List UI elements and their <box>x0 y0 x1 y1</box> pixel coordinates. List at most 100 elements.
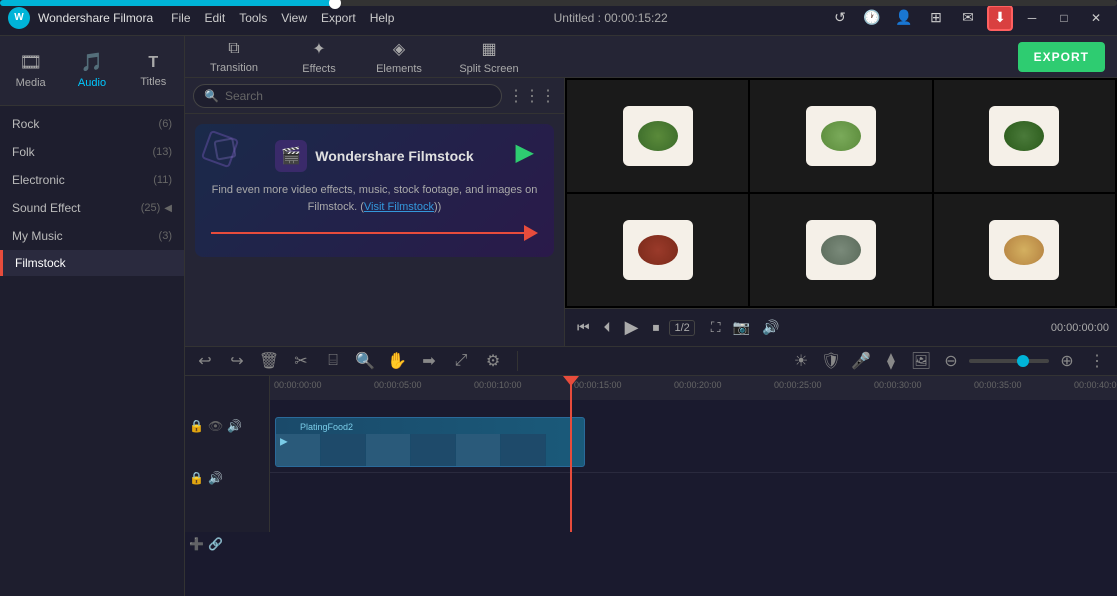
preview-cell-3 <box>934 80 1115 192</box>
skip-back-button[interactable]: ⏮ <box>573 317 594 338</box>
delete-button[interactable]: 🗑 <box>257 349 281 373</box>
menu-help[interactable]: Help <box>370 11 395 25</box>
undo-button[interactable]: ↩ <box>193 349 217 373</box>
cut-button[interactable]: ✂ <box>289 349 313 373</box>
ruler-mark-8: 00:00:40:00 <box>1074 380 1117 390</box>
pan-button[interactable]: ✋ <box>385 349 409 373</box>
clock-icon[interactable]: 🕐 <box>859 5 885 31</box>
sidebar-sound-count: (25) <box>141 202 161 214</box>
playhead[interactable] <box>570 376 572 532</box>
grid-view-icon[interactable]: ⋮⋮⋮ <box>508 86 556 106</box>
link-icon[interactable]: 🔗 <box>208 537 223 551</box>
export-button[interactable]: EXPORT <box>1018 42 1105 72</box>
auto-save-icon[interactable]: ↺ <box>827 5 853 31</box>
titlebar-left: W Wondershare Filmora File Edit Tools Vi… <box>8 7 394 29</box>
redo-button[interactable]: ↪ <box>225 349 249 373</box>
sidebar-item-filmstock[interactable]: Filmstock <box>0 250 184 276</box>
timeline-tracks[interactable]: 00:00:00:00 00:00:05:00 00:00:10:00 00:0… <box>270 376 1117 532</box>
download-icon[interactable]: ⬇ <box>987 5 1013 31</box>
lock-icon[interactable]: 🔒 <box>189 419 204 433</box>
adjust-button[interactable]: ⚙ <box>481 349 505 373</box>
food-bowl-5 <box>806 220 876 280</box>
tab-effects-label: Effects <box>302 63 335 75</box>
step-back-button[interactable]: ⏴ <box>600 317 615 338</box>
full-screen-icon[interactable]: ⛶ <box>707 317 725 338</box>
merge-icon[interactable]: ⧫ <box>879 349 903 373</box>
tab-media[interactable]: 🎞 Media <box>0 41 61 101</box>
thumb-5 <box>456 434 501 467</box>
preview-controls: ⏮ ⏴ ▶ ⏹ 1/2 ⛶ 📷 🔊 00:00:00:00 <box>565 308 1117 346</box>
crop-button[interactable]: ⌸ <box>321 349 345 373</box>
filmstock-visit-link[interactable]: Visit Filmstock <box>364 201 434 213</box>
tab-splitscreen[interactable]: ▦ Split Screen <box>439 38 539 76</box>
sidebar-item-rock[interactable]: Rock (6) <box>0 110 184 138</box>
time-display: 00:00:00:00 <box>1051 322 1109 334</box>
fit-button[interactable]: ⤢ <box>449 349 473 373</box>
tab-transition-label: Transition <box>210 62 258 74</box>
search-input-container[interactable]: 🔍 Search <box>193 84 502 108</box>
menu-edit[interactable]: Edit <box>205 11 226 25</box>
minus-icon[interactable]: ⊖ <box>939 349 963 373</box>
lock-icon-2[interactable]: 🔒 <box>189 471 204 485</box>
motion-button[interactable]: ➡ <box>417 349 441 373</box>
food-bowl-3 <box>989 106 1059 166</box>
add-track-icon[interactable]: ➕ <box>189 537 204 551</box>
play-pause-button[interactable]: ▶ <box>621 315 643 340</box>
tab-effects[interactable]: ✦ Effects <box>279 38 359 76</box>
menu-view[interactable]: View <box>281 11 307 25</box>
tab-titles[interactable]: T Titles <box>123 41 184 101</box>
tab-elements[interactable]: ◈ Elements <box>359 38 439 76</box>
tab-audio[interactable]: 🎵 Audio <box>61 41 122 101</box>
mic-icon[interactable]: 🎤 <box>849 349 873 373</box>
clip-label: PlatingFood2 <box>296 420 357 434</box>
account-icon[interactable]: 👤 <box>891 5 917 31</box>
shield-icon[interactable]: 🛡 <box>819 349 843 373</box>
maximize-button[interactable]: □ <box>1051 5 1077 31</box>
filmstock-promo-card: 🎬 Wondershare Filmstock ▶ Find even more… <box>195 124 554 257</box>
sidebar-rock-label: Rock <box>12 117 39 131</box>
menu-tools[interactable]: Tools <box>239 11 267 25</box>
food-item-darkgreen <box>1004 121 1044 151</box>
menu-export[interactable]: Export <box>321 11 356 25</box>
layout-icon[interactable]: ⊞ <box>923 5 949 31</box>
promo-arrow <box>211 225 538 241</box>
sidebar-mymusic-label: My Music <box>12 229 63 243</box>
sidebar-item-my-music[interactable]: My Music (3) <box>0 222 184 250</box>
volume-icon[interactable]: 🔊 <box>758 317 783 338</box>
speaker-icon[interactable]: 🔊 <box>227 419 242 433</box>
food-bowl-2 <box>806 106 876 166</box>
tab-transition[interactable]: ⧉ Transition <box>189 38 279 76</box>
titlebar-right: ↺ 🕐 👤 ⊞ ✉ ⬇ ─ □ ✕ <box>827 5 1109 31</box>
sidebar-item-electronic[interactable]: Electronic (11) <box>0 166 184 194</box>
splitscreen-icon: ▦ <box>481 39 496 59</box>
preview-scrubber[interactable] <box>0 0 1117 6</box>
filmstock-card-header: 🎬 Wondershare Filmstock <box>275 140 473 172</box>
track-gap <box>270 400 1117 408</box>
menu-file[interactable]: File <box>171 11 190 25</box>
speaker-icon-2[interactable]: 🔊 <box>208 471 223 485</box>
stop-button[interactable]: ⏹ <box>648 317 663 338</box>
timeline-settings-icon[interactable]: ⋮ <box>1085 349 1109 373</box>
app-logo: W <box>8 7 30 29</box>
eye-icon[interactable]: 👁 <box>208 419 223 433</box>
zoom-in-button[interactable]: 🔍 <box>353 349 377 373</box>
sun-icon[interactable]: ☀ <box>789 349 813 373</box>
playback-speed[interactable]: 1/2 <box>669 320 694 336</box>
play-button[interactable]: ▶ <box>516 138 534 167</box>
sidebar-filmstock-label: Filmstock <box>15 256 66 270</box>
mail-icon[interactable]: ✉ <box>955 5 981 31</box>
plus-icon[interactable]: ⊕ <box>1055 349 1079 373</box>
zoom-handle <box>1017 355 1029 367</box>
sidebar-electronic-count: (11) <box>153 174 172 186</box>
minimize-button[interactable]: ─ <box>1019 5 1045 31</box>
thumb-6 <box>501 434 546 467</box>
preview-video <box>565 78 1117 308</box>
preview-panel: ⏮ ⏴ ▶ ⏹ 1/2 ⛶ 📷 🔊 00:00:00:00 <box>565 78 1117 346</box>
close-button[interactable]: ✕ <box>1083 5 1109 31</box>
snapshot-icon[interactable]: 📷 <box>729 317 754 338</box>
zoom-slider[interactable] <box>969 359 1049 363</box>
sidebar-item-sound-effect[interactable]: Sound Effect (25) ◀ <box>0 194 184 222</box>
sidebar-item-folk[interactable]: Folk (13) <box>0 138 184 166</box>
video-clip[interactable]: ▶ PlatingFood2 <box>275 417 585 467</box>
photo-icon[interactable]: 🖼 <box>909 349 933 373</box>
